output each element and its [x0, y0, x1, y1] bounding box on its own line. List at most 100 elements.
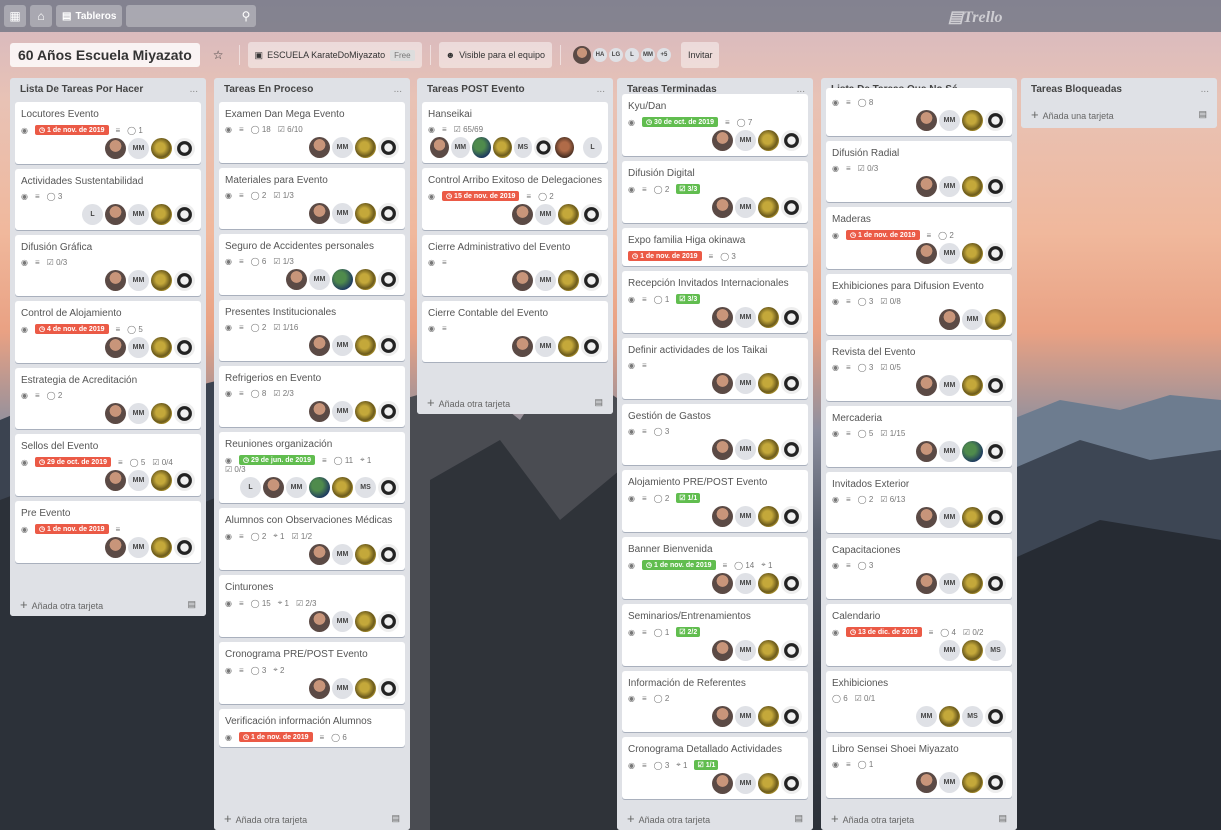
- due-date-badge[interactable]: ◷ 13 de dic. de 2019: [845, 627, 922, 637]
- avatar[interactable]: [174, 270, 195, 291]
- list-title[interactable]: Lista De Tareas Por Hacer: [20, 84, 143, 95]
- member-initials[interactable]: L: [82, 204, 103, 225]
- list-header[interactable]: Lista De Tareas Por Hacer...: [10, 78, 206, 102]
- avatar[interactable]: [758, 506, 779, 527]
- avatar[interactable]: [286, 269, 307, 290]
- avatar[interactable]: [355, 678, 376, 699]
- avatar[interactable]: [105, 204, 126, 225]
- member-initials[interactable]: MM: [735, 197, 756, 218]
- card[interactable]: Presentes Institucionales ◉ ≡ ◯ 2 ☑ 1/16 MM: [219, 300, 405, 361]
- avatar[interactable]: [151, 270, 172, 291]
- card-template-icon[interactable]: ▤: [794, 813, 803, 824]
- avatar[interactable]: [962, 375, 983, 396]
- avatar[interactable]: [781, 307, 802, 328]
- list-column[interactable]: Lista De Tareas Por Hacer... Locutores Ev…: [10, 78, 206, 616]
- avatar[interactable]: [174, 403, 195, 424]
- avatar[interactable]: [758, 773, 779, 794]
- member-initials[interactable]: MM: [939, 243, 960, 264]
- avatar[interactable]: [916, 176, 937, 197]
- avatar[interactable]: [916, 507, 937, 528]
- member-initials[interactable]: MM: [535, 336, 556, 357]
- avatar[interactable]: [105, 270, 126, 291]
- avatar[interactable]: [781, 373, 802, 394]
- avatar[interactable]: [712, 706, 733, 727]
- member-initials[interactable]: MS: [962, 706, 983, 727]
- avatar[interactable]: [581, 336, 602, 357]
- avatar[interactable]: [512, 204, 533, 225]
- due-date-badge[interactable]: ◷ 15 de nov. de 2019: [441, 191, 520, 201]
- avatar[interactable]: [758, 439, 779, 460]
- list-menu-button[interactable]: ...: [190, 84, 198, 95]
- avatar[interactable]: [309, 544, 330, 565]
- card[interactable]: Recepción Invitados Internacionales ◉ ≡ ◯ 1…: [622, 271, 808, 333]
- more-members-badge[interactable]: +5: [656, 48, 671, 62]
- member-initials[interactable]: MM: [735, 439, 756, 460]
- trello-logo[interactable]: ▤Trello: [948, 7, 1003, 27]
- avatar[interactable]: [378, 678, 399, 699]
- card[interactable]: Reuniones organización ◉ ◷ 29 de jun. de 2…: [219, 432, 405, 503]
- avatar[interactable]: [378, 401, 399, 422]
- avatar[interactable]: [263, 477, 284, 498]
- card[interactable]: Calendario ◉ ◷ 13 de dic. de 2019 ≡ ◯ 4 ☑ 0/2…: [826, 604, 1012, 666]
- avatar[interactable]: [962, 110, 983, 131]
- avatar[interactable]: [712, 506, 733, 527]
- add-card-button[interactable]: + Añada una tarjeta ▤: [1021, 102, 1217, 126]
- card[interactable]: Revista del Evento ◉ ≡ ◯ 3 ☑ 0/5 MM: [826, 340, 1012, 401]
- member-initials[interactable]: MM: [309, 269, 330, 290]
- avatar[interactable]: [174, 337, 195, 358]
- avatar[interactable]: [758, 573, 779, 594]
- member-initials[interactable]: MS: [513, 137, 533, 158]
- card[interactable]: Mercaderia ◉ ≡ ◯ 5 ☑ 1/15 MM: [826, 406, 1012, 467]
- list-column[interactable]: Tareas Bloqueadas... + Añada una tarjeta ▤: [1021, 78, 1217, 128]
- avatar[interactable]: [781, 197, 802, 218]
- member-initials[interactable]: MM: [286, 477, 307, 498]
- avatar[interactable]: [781, 773, 802, 794]
- avatar[interactable]: [916, 573, 937, 594]
- avatar[interactable]: [378, 544, 399, 565]
- card[interactable]: Capacitaciones ◉ ≡ ◯ 3 MM: [826, 538, 1012, 599]
- avatar[interactable]: [355, 203, 376, 224]
- member-initials[interactable]: MM: [735, 506, 756, 527]
- avatar[interactable]: [558, 336, 579, 357]
- due-date-badge[interactable]: ◷ 1 de nov. de 2019: [641, 560, 716, 570]
- member-initials[interactable]: MM: [128, 204, 149, 225]
- avatar[interactable]: [712, 640, 733, 661]
- avatar[interactable]: [712, 130, 733, 151]
- board-title[interactable]: 60 Años Escuela Miyazato: [10, 43, 200, 67]
- member-initials[interactable]: L: [240, 477, 261, 498]
- avatar[interactable]: [962, 243, 983, 264]
- member-initials[interactable]: MM: [735, 130, 756, 151]
- card[interactable]: Control de Alojamiento ◉ ◷ 4 de nov. de 20…: [15, 301, 201, 363]
- avatar[interactable]: [962, 176, 983, 197]
- member-initials[interactable]: MM: [128, 537, 149, 558]
- avatar[interactable]: [151, 204, 172, 225]
- avatar[interactable]: [378, 137, 399, 158]
- card[interactable]: Locutores Evento ◉ ◷ 1 de nov. de 2019 ≡ ◯ 1…: [15, 102, 201, 164]
- card-template-icon[interactable]: ▤: [594, 397, 603, 408]
- avatar[interactable]: [151, 470, 172, 491]
- avatar[interactable]: [962, 772, 983, 793]
- card-template-icon[interactable]: ▤: [391, 813, 400, 824]
- member-initials[interactable]: MM: [128, 337, 149, 358]
- member-initials[interactable]: MM: [332, 401, 353, 422]
- avatar[interactable]: [151, 403, 172, 424]
- card[interactable]: ◉ ≡ ◯ 8 MM: [826, 88, 1012, 136]
- avatar[interactable]: [781, 573, 802, 594]
- due-date-badge[interactable]: ◷ 30 de oct. de 2019: [641, 117, 718, 127]
- member-badge[interactable]: L: [624, 48, 639, 62]
- member-initials[interactable]: MM: [735, 307, 756, 328]
- avatar[interactable]: [781, 506, 802, 527]
- member-initials[interactable]: MM: [939, 441, 960, 462]
- avatar[interactable]: [916, 375, 937, 396]
- avatar[interactable]: [105, 470, 126, 491]
- add-card-button[interactable]: + Añada otra tarjeta ▤: [821, 806, 1017, 830]
- avatar[interactable]: [985, 176, 1006, 197]
- avatar[interactable]: [712, 573, 733, 594]
- card[interactable]: Materiales para Evento ◉ ≡ ◯ 2 ☑ 1/3 MM: [219, 168, 405, 229]
- avatar[interactable]: [939, 309, 960, 330]
- avatar[interactable]: [378, 611, 399, 632]
- avatar[interactable]: [985, 309, 1006, 330]
- member-initials[interactable]: MM: [735, 773, 756, 794]
- card[interactable]: Cronograma Detallado Actividades ◉ ≡ ◯ 3 ⌖ 1…: [622, 737, 808, 799]
- card[interactable]: Cronograma PRE/POST Evento ◉ ≡ ◯ 3 ⌖ 2 MM: [219, 642, 405, 704]
